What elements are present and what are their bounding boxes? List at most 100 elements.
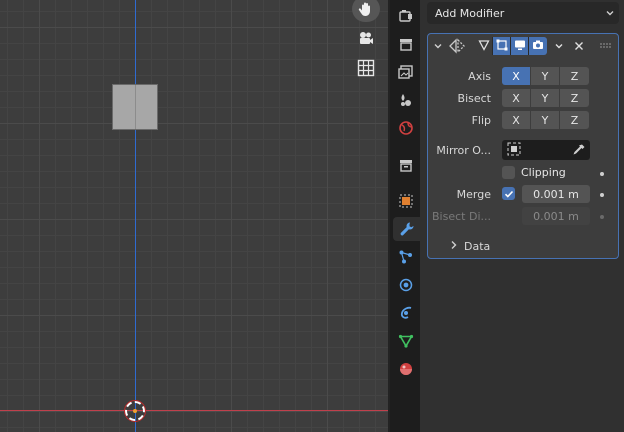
camera-icon [532, 39, 544, 54]
mirror-object-row: Mirror O... [428, 140, 618, 160]
mesh-object[interactable] [112, 84, 158, 130]
merge-label: Merge [456, 188, 491, 201]
tab-tool[interactable] [393, 4, 418, 28]
close-icon[interactable] [574, 38, 584, 54]
tab-physics[interactable] [393, 273, 418, 297]
object-icon [398, 193, 414, 209]
clipping-checkbox-wrap[interactable]: Clipping [502, 166, 566, 179]
collection-icon [398, 157, 414, 173]
3d-viewport[interactable] [0, 0, 388, 432]
tab-scene[interactable] [393, 116, 418, 140]
clipping-row: Clipping [428, 164, 618, 184]
keyframe-dot[interactable] [600, 215, 604, 219]
edit-cage-toggle[interactable] [475, 37, 493, 55]
tab-view-layer[interactable] [393, 88, 418, 112]
flip-z-toggle[interactable]: Z [560, 111, 589, 129]
clipping-label: Clipping [521, 166, 566, 179]
scene-icon [398, 120, 414, 136]
merge-row: Merge 0.001 m [428, 185, 618, 205]
data-subpanel-header[interactable]: Data [450, 240, 490, 253]
mirror-modifier-icon [448, 38, 466, 54]
monitor-icon [514, 39, 526, 54]
physics-icon [398, 277, 414, 293]
tab-material[interactable] [393, 357, 418, 381]
hand-icon [357, 0, 375, 18]
object-data-icon [507, 142, 521, 159]
bisect-y-toggle[interactable]: Y [531, 89, 560, 107]
bisect-distance-label: Bisect Di... [432, 210, 491, 223]
render-icon [398, 36, 414, 52]
axis-x-toggle[interactable]: X [502, 67, 531, 85]
checkmark-icon [504, 190, 513, 198]
drag-handle-icon[interactable] [600, 38, 612, 54]
camera-icon [357, 30, 375, 48]
modifier-header [428, 34, 618, 58]
viewport-display-toggle[interactable] [511, 37, 529, 55]
merge-checkbox[interactable] [502, 187, 515, 200]
modifier-icon [399, 221, 415, 237]
merge-checkbox-wrap[interactable] [502, 187, 515, 200]
toggle-view-projection-button[interactable] [352, 55, 380, 81]
clipping-checkbox[interactable] [502, 166, 515, 179]
data-icon [398, 333, 414, 349]
collapse-chevron-icon[interactable] [433, 38, 443, 54]
flip-toggle-group: X Y Z [502, 111, 589, 129]
axis-row: Axis X Y Z [428, 67, 618, 87]
properties-tabs [390, 0, 420, 432]
grid-icon [357, 59, 375, 77]
flip-x-toggle[interactable]: X [502, 111, 531, 129]
render-toggle[interactable] [529, 37, 547, 55]
tab-render[interactable] [393, 32, 418, 56]
bisect-z-toggle[interactable]: Z [560, 89, 589, 107]
mirror-modifier-panel: Axis X Y Z Bisect X Y Z Flip X Y Z Mirro… [427, 33, 619, 259]
particles-icon [398, 249, 414, 265]
chevron-down-icon[interactable] [554, 38, 564, 54]
pan-view-button[interactable] [352, 0, 380, 22]
bisect-distance-field[interactable]: 0.001 m [522, 207, 590, 225]
bisect-label: Bisect [457, 92, 491, 105]
view-layer-icon [398, 92, 414, 108]
tab-collection[interactable] [393, 153, 418, 177]
flip-label: Flip [471, 114, 491, 127]
flip-y-toggle[interactable]: Y [531, 111, 560, 129]
vertex-triangle-icon [477, 39, 490, 54]
tab-output[interactable] [393, 60, 418, 84]
add-modifier-dropdown[interactable]: Add Modifier [427, 2, 619, 24]
bisect-distance-row: Bisect Di... 0.001 m [428, 207, 618, 227]
edit-mode-toggle[interactable] [493, 37, 511, 55]
chevron-down-icon [605, 8, 615, 21]
keyframe-dot[interactable] [600, 172, 604, 176]
data-subpanel-label: Data [464, 240, 491, 253]
toggle-camera-view-button[interactable] [352, 26, 380, 52]
axis-toggle-group: X Y Z [502, 67, 589, 85]
chevron-right-icon [450, 240, 458, 253]
x-axis-line [0, 410, 388, 411]
tool-icon [398, 8, 414, 24]
mirror-object-label: Mirror O... [436, 144, 491, 157]
tab-modifiers[interactable] [393, 217, 420, 241]
merge-distance-field[interactable]: 0.001 m [522, 185, 590, 203]
edit-mode-icon [496, 39, 508, 54]
axis-z-toggle[interactable]: Z [560, 67, 589, 85]
axis-y-toggle[interactable]: Y [531, 67, 560, 85]
eyedropper-icon[interactable] [572, 143, 586, 160]
constraints-icon [398, 305, 414, 321]
output-icon [397, 64, 414, 80]
tab-data[interactable] [393, 329, 418, 353]
tab-constraints[interactable] [393, 301, 418, 325]
properties-panel: Add Modifier Axis X Y Z Bisect X Y Z Fli… [420, 0, 624, 432]
tab-particles[interactable] [393, 245, 418, 269]
bisect-toggle-group: X Y Z [502, 89, 589, 107]
material-icon [398, 361, 414, 377]
add-modifier-label: Add Modifier [435, 6, 505, 20]
bisect-row: Bisect X Y Z [428, 89, 618, 109]
tab-object[interactable] [393, 189, 418, 213]
flip-row: Flip X Y Z [428, 111, 618, 131]
modifier-visibility-toggles [475, 37, 547, 55]
3d-cursor[interactable] [124, 400, 146, 422]
keyframe-dot[interactable] [600, 193, 604, 197]
z-axis-line [135, 0, 136, 432]
mirror-object-field[interactable] [502, 140, 590, 160]
axis-label: Axis [468, 70, 491, 83]
bisect-x-toggle[interactable]: X [502, 89, 531, 107]
